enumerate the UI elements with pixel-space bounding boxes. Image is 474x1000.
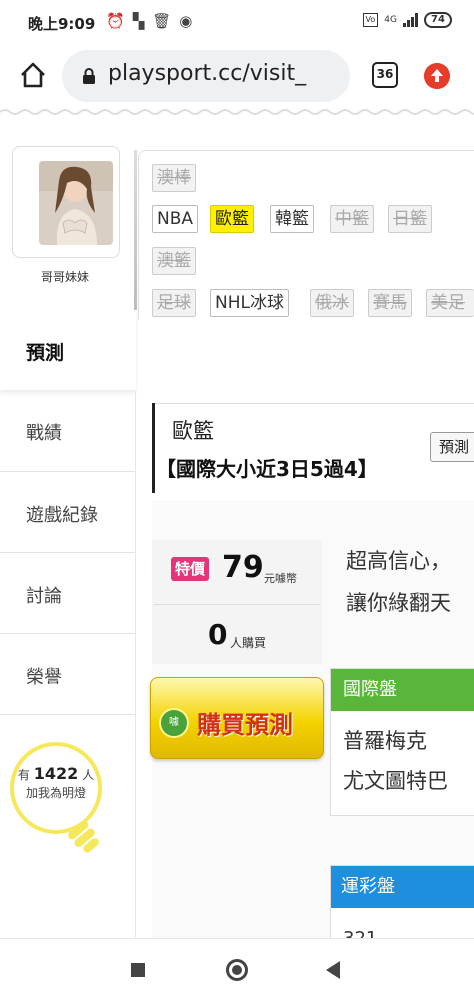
- fan-prefix: 有: [17, 768, 30, 782]
- sidebar-item-discussion[interactable]: 討論: [0, 552, 136, 633]
- description-line: 讓你綠翻天: [346, 591, 451, 615]
- trash-icon: 🗑: [152, 12, 172, 30]
- back-icon[interactable]: [326, 961, 340, 979]
- browser-toolbar: playsport.cc/visit_ 36: [0, 44, 474, 108]
- category-chip-aus-baseball[interactable]: 澳棒: [152, 164, 196, 192]
- fan-caption[interactable]: 加我為明燈: [26, 786, 86, 800]
- status-time: 晚上9:09: [28, 15, 96, 33]
- update-icon[interactable]: [424, 63, 450, 89]
- sidebar-item-honor[interactable]: 榮譽: [0, 633, 136, 714]
- price-unit: 元噱幣: [264, 572, 297, 585]
- sidebar-item-record[interactable]: 戰績: [0, 390, 136, 471]
- fan-count-text: 有 1422 人 加我為明燈: [10, 765, 102, 802]
- price-value: 79: [222, 550, 264, 585]
- sidebar-item-label: 遊戲紀錄: [26, 505, 98, 526]
- sidebar-item-label: 榮譽: [26, 667, 62, 688]
- sidebar-item-label: 討論: [26, 586, 62, 607]
- sidebar-menu: 戰績 遊戲紀錄 討論 榮譽: [0, 390, 136, 714]
- buy-prediction-button[interactable]: 噱 購買預測: [150, 677, 324, 759]
- sidebar-divider: [0, 714, 136, 715]
- lottery-market-card: 運彩盤 321: [330, 865, 474, 945]
- username: 哥哥妹妹: [40, 270, 89, 284]
- status-icons-left: ⏰ ▚ 🗑 ◉: [106, 12, 192, 30]
- status-bar: 晚上9:09 ⏰ ▚ 🗑 ◉ Vo 4G 74: [0, 0, 474, 44]
- predict-button[interactable]: 預測: [430, 432, 474, 462]
- tab-switcher-button[interactable]: 36: [372, 62, 398, 88]
- home-nav-icon[interactable]: [226, 959, 248, 981]
- home-icon[interactable]: [18, 60, 48, 90]
- lock-icon: [83, 68, 95, 84]
- chrome-icon: ◉: [179, 12, 193, 30]
- category-chip-soccer[interactable]: 足球: [152, 289, 196, 317]
- network-label: 4G: [384, 15, 397, 25]
- sidebar-item-game-log[interactable]: 遊戲紀錄: [0, 471, 136, 552]
- price-divider: [154, 604, 320, 605]
- url-text: playsport.cc/visit_: [108, 61, 307, 86]
- buyer-count: 0: [208, 618, 228, 651]
- sidebar-divider: [134, 150, 137, 310]
- alarm-icon: ⏰: [106, 12, 125, 30]
- team-name: 尤文圖特巴: [343, 769, 448, 793]
- buyer-unit: 人購買: [230, 636, 267, 650]
- signal-icon: [403, 13, 418, 27]
- sidebar-item-predict[interactable]: 預測: [0, 310, 136, 390]
- system-nav-bar: [0, 938, 474, 1000]
- page-edge-divider: [0, 109, 474, 115]
- category-chip-korea-basketball[interactable]: 韓籃: [270, 205, 314, 233]
- url-bar[interactable]: playsport.cc/visit_: [62, 50, 350, 102]
- status-icons-right: Vo 4G 74: [362, 12, 452, 28]
- category-chip-american-football[interactable]: 美足: [426, 289, 474, 317]
- recents-icon[interactable]: [131, 963, 145, 977]
- prediction-league: 歐籃: [172, 419, 214, 443]
- team-name: 普羅梅克: [343, 729, 427, 753]
- lightbulb-icon: [68, 820, 99, 853]
- prediction-header-accent: [152, 403, 155, 493]
- category-chip-horse-racing[interactable]: 賽馬: [368, 289, 412, 317]
- description-line: 超高信心，: [346, 549, 451, 573]
- avatar: [39, 161, 113, 245]
- coin-icon: 噱: [159, 708, 189, 738]
- category-chip-nba[interactable]: NBA: [152, 205, 199, 233]
- avatar-card[interactable]: [12, 146, 120, 258]
- grid-icon: ▚: [132, 12, 145, 30]
- sidebar-item-label: 戰績: [26, 423, 62, 444]
- battery-icon: 74: [424, 12, 452, 28]
- category-chip-china-basketball[interactable]: 中籃: [330, 205, 374, 233]
- volte-icon: Vo: [362, 13, 379, 27]
- fan-suffix: 人: [82, 768, 95, 782]
- special-price-badge: 特價: [171, 557, 210, 581]
- category-chip-russia-hockey[interactable]: 俄冰: [310, 289, 354, 317]
- intl-market-title: 國際盤: [331, 669, 474, 711]
- category-chip-japan-basketball[interactable]: 日籃: [388, 205, 432, 233]
- prediction-title: 【國際大小近3日5過4】: [156, 457, 378, 481]
- intl-market-card: 國際盤 普羅梅克 尤文圖特巴: [330, 668, 474, 816]
- category-chip-nhl[interactable]: NHL冰球: [210, 289, 289, 317]
- category-chip-aus-basketball[interactable]: 澳籃: [152, 247, 196, 275]
- prediction-description: 超高信心， 讓你綠翻天: [346, 540, 451, 624]
- sidebar-border: [135, 390, 136, 940]
- sidebar-item-label: 預測: [26, 342, 65, 364]
- buy-prediction-label: 購買預測: [197, 711, 293, 739]
- category-chip-euro-basketball[interactable]: 歐籃: [210, 205, 254, 233]
- fan-count: 1422: [33, 764, 79, 783]
- lottery-market-title: 運彩盤: [331, 866, 474, 908]
